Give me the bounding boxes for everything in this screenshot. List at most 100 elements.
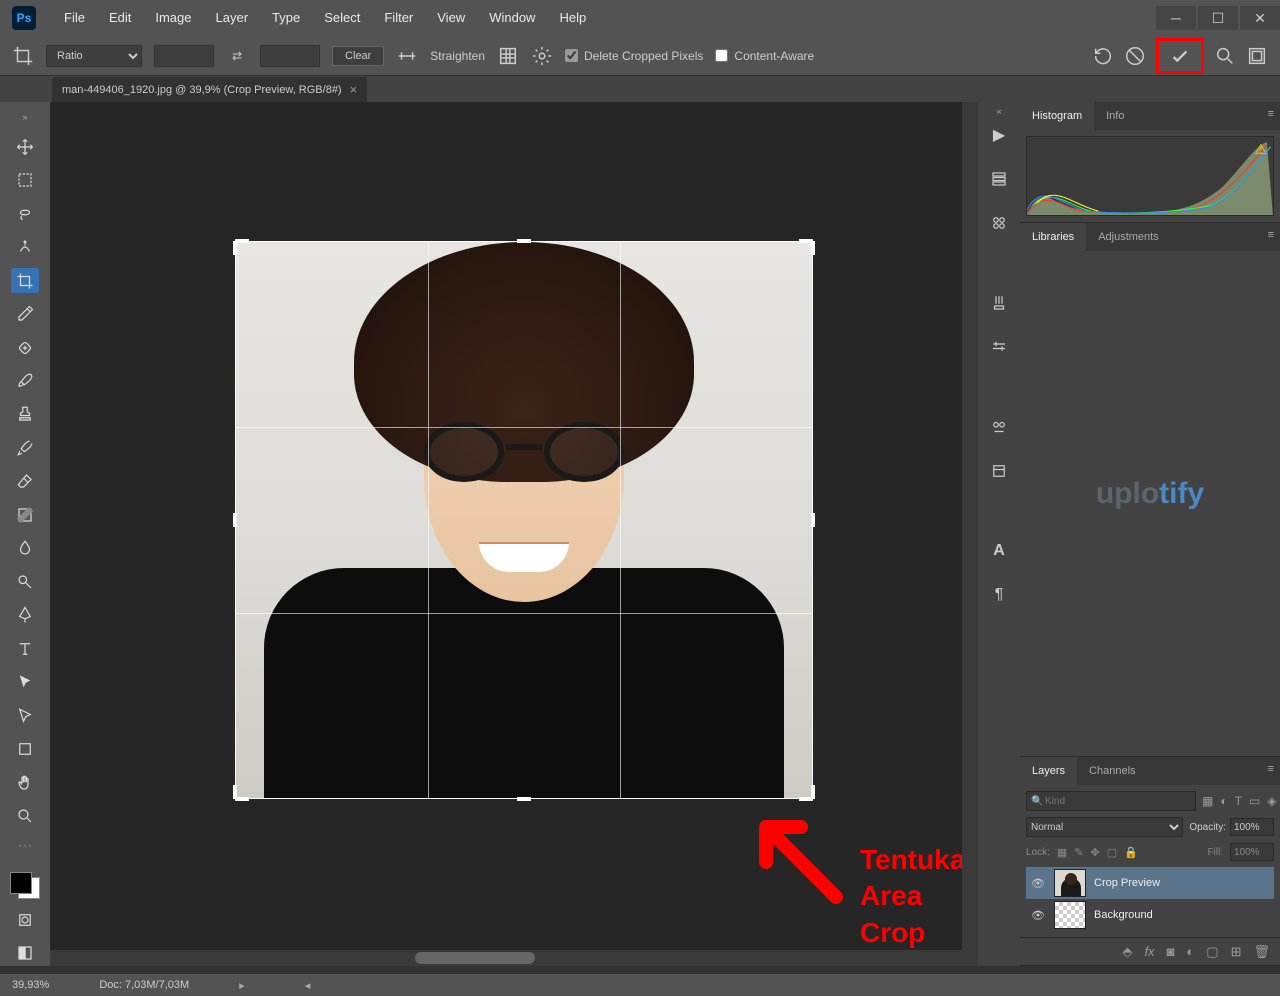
- tools-collapse-icon[interactable]: »: [22, 112, 27, 122]
- panel-menu-icon[interactable]: ≡: [1268, 229, 1274, 241]
- blend-mode-select[interactable]: Normal: [1026, 817, 1183, 837]
- filter-smart-icon[interactable]: ◈: [1267, 794, 1276, 808]
- tab-histogram[interactable]: Histogram: [1020, 102, 1094, 130]
- panel-menu-icon[interactable]: ≡: [1268, 763, 1274, 775]
- layer-thumbnail[interactable]: [1054, 869, 1086, 897]
- menu-layer[interactable]: Layer: [204, 0, 261, 36]
- menu-edit[interactable]: Edit: [97, 0, 143, 36]
- tab-adjustments[interactable]: Adjustments: [1086, 223, 1171, 251]
- eyedropper-tool[interactable]: [11, 301, 39, 326]
- delete-cropped-checkbox[interactable]: Delete Cropped Pixels: [565, 49, 703, 63]
- layer-style-icon[interactable]: fx: [1144, 944, 1154, 959]
- new-layer-icon[interactable]: ⊞: [1231, 944, 1242, 960]
- filter-type-icon[interactable]: T: [1235, 794, 1242, 808]
- menu-file[interactable]: File: [52, 0, 97, 36]
- tools-more-icon[interactable]: ⋯: [18, 837, 32, 854]
- gradient-tool[interactable]: [11, 502, 39, 527]
- layer-visibility-icon[interactable]: 👁: [1030, 909, 1046, 922]
- opacity-input[interactable]: [1230, 818, 1274, 836]
- filter-shape-icon[interactable]: ▭: [1249, 794, 1260, 808]
- status-menu-icon[interactable]: ▸: [239, 979, 245, 992]
- crop-settings-icon[interactable]: [531, 45, 553, 67]
- menu-type[interactable]: Type: [260, 0, 312, 36]
- menu-select[interactable]: Select: [312, 0, 372, 36]
- crop-tool[interactable]: [11, 268, 39, 293]
- straighten-label[interactable]: Straighten: [430, 49, 485, 63]
- styles-panel-icon[interactable]: [988, 212, 1010, 234]
- cancel-crop-icon[interactable]: [1124, 45, 1146, 67]
- straighten-icon[interactable]: [396, 45, 418, 67]
- move-tool[interactable]: [11, 134, 39, 159]
- color-swatch[interactable]: [10, 872, 40, 899]
- menu-filter[interactable]: Filter: [372, 0, 425, 36]
- doc-size[interactable]: Doc: 7,03M/7,03M: [99, 979, 189, 991]
- tab-info[interactable]: Info: [1094, 102, 1136, 130]
- panel-menu-icon[interactable]: ≡: [1268, 108, 1274, 120]
- crop-ratio-select[interactable]: Ratio: [46, 45, 142, 67]
- overlay-grid-icon[interactable]: [497, 45, 519, 67]
- type-tool[interactable]: [11, 636, 39, 661]
- menu-image[interactable]: Image: [143, 0, 203, 36]
- delete-layer-icon[interactable]: 🗑: [1253, 944, 1270, 960]
- clear-button[interactable]: Clear: [332, 46, 384, 66]
- brush-settings-panel-icon[interactable]: [988, 336, 1010, 358]
- swap-dimensions-icon[interactable]: ⇄: [226, 45, 248, 67]
- layer-name[interactable]: Background: [1094, 909, 1153, 921]
- canvas[interactable]: TentukanArea Crop: [50, 102, 978, 966]
- layer-thumbnail[interactable]: [1054, 901, 1086, 929]
- crop-area[interactable]: [236, 242, 812, 798]
- crop-handle[interactable]: [811, 241, 815, 255]
- crop-handle[interactable]: [233, 241, 237, 255]
- paragraph-panel-icon[interactable]: ¶: [988, 584, 1010, 606]
- crop-handle[interactable]: [517, 797, 531, 801]
- brushes-panel-icon[interactable]: [988, 292, 1010, 314]
- layer-comps-panel-icon[interactable]: [988, 460, 1010, 482]
- tab-layers[interactable]: Layers: [1020, 757, 1077, 785]
- menu-help[interactable]: Help: [547, 0, 598, 36]
- crop-handle[interactable]: [811, 513, 815, 527]
- lock-artboard-icon[interactable]: ▢: [1107, 846, 1117, 859]
- crop-handle[interactable]: [235, 797, 249, 801]
- close-tab-icon[interactable]: ×: [350, 82, 358, 97]
- status-scroll-icon[interactable]: ◂: [305, 979, 311, 992]
- filter-pixel-icon[interactable]: ▦: [1202, 794, 1213, 808]
- scrollbar-vertical[interactable]: [962, 102, 978, 966]
- crop-width-input[interactable]: [154, 45, 214, 67]
- content-aware-checkbox[interactable]: Content-Aware: [715, 49, 814, 63]
- lock-pixels-icon[interactable]: ✎: [1074, 846, 1083, 859]
- document-tab[interactable]: man-449406_1920.jpg @ 39,9% (Crop Previe…: [52, 77, 367, 102]
- reset-crop-icon[interactable]: [1092, 45, 1114, 67]
- blur-tool[interactable]: [11, 536, 39, 561]
- window-close[interactable]: ✕: [1240, 6, 1280, 30]
- layer-visibility-icon[interactable]: 👁: [1030, 877, 1046, 890]
- healing-tool[interactable]: [11, 335, 39, 360]
- pen-tool[interactable]: [11, 603, 39, 628]
- shape-tool[interactable]: [11, 736, 39, 761]
- lock-all-icon[interactable]: 🔒: [1124, 846, 1138, 859]
- hand-tool[interactable]: [11, 770, 39, 795]
- screen-mode-tool[interactable]: [11, 941, 39, 966]
- menu-window[interactable]: Window: [477, 0, 547, 36]
- crop-handle[interactable]: [811, 785, 815, 799]
- layer-mask-icon[interactable]: ◙: [1167, 944, 1175, 959]
- layer-filter-input[interactable]: [1026, 791, 1196, 811]
- layer-row[interactable]: 👁 Crop Preview: [1026, 867, 1274, 899]
- adjustment-layer-icon[interactable]: ◐: [1186, 944, 1194, 959]
- quick-mask-tool[interactable]: [11, 907, 39, 932]
- filter-adjust-icon[interactable]: ◐: [1220, 794, 1227, 808]
- link-layers-icon[interactable]: ⬘: [1122, 944, 1132, 960]
- window-maximize[interactable]: ☐: [1198, 6, 1238, 30]
- crop-handle[interactable]: [233, 785, 237, 799]
- window-minimize[interactable]: ─: [1156, 6, 1196, 30]
- menu-view[interactable]: View: [425, 0, 477, 36]
- zoom-tool[interactable]: [11, 803, 39, 828]
- crop-handle[interactable]: [235, 239, 249, 243]
- layer-group-icon[interactable]: ▢: [1206, 944, 1218, 960]
- clone-source-panel-icon[interactable]: [988, 416, 1010, 438]
- histogram-warning-icon[interactable]: ⚠: [1254, 141, 1267, 158]
- dock-collapse-icon[interactable]: «: [996, 106, 1001, 116]
- marquee-tool[interactable]: [11, 167, 39, 192]
- tab-channels[interactable]: Channels: [1077, 757, 1147, 785]
- screen-mode-icon[interactable]: [1246, 45, 1268, 67]
- direct-select-tool[interactable]: [11, 703, 39, 728]
